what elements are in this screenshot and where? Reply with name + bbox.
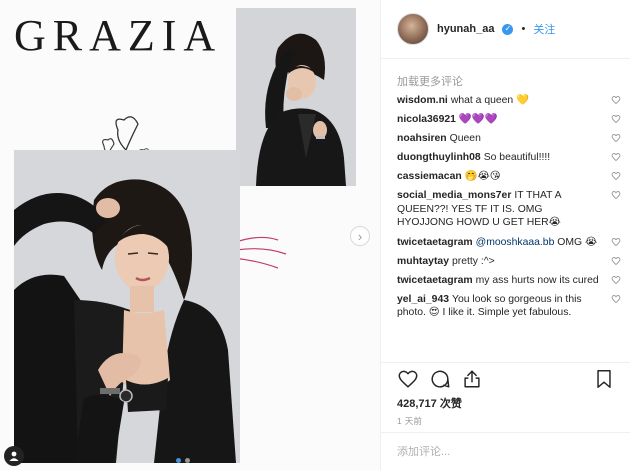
comment-list: wisdom.ni what a queen 💛 nicola36921 💜💜💜 noa…: [397, 94, 623, 362]
comment-author-link[interactable]: wisdom.ni: [397, 95, 448, 106]
like-button[interactable]: [397, 368, 419, 390]
comment-item: twicetaetagram @mooshkaaa.bb OMG 😭: [397, 236, 623, 250]
heart-icon: [611, 134, 621, 143]
carousel-dot: [185, 458, 190, 463]
username-link[interactable]: hyunah_aa: [437, 23, 494, 35]
comment-author-link[interactable]: muhtaytay: [397, 256, 449, 267]
comment-author-link[interactable]: noahsiren: [397, 133, 447, 144]
heart-icon: [611, 275, 621, 284]
comment-author-link[interactable]: yel_ai_943: [397, 294, 449, 305]
heart-icon: [611, 237, 621, 246]
heart-icon: [611, 256, 621, 265]
comment-author-link[interactable]: twicetaetagram: [397, 275, 473, 286]
comment-item: wisdom.ni what a queen 💛: [397, 94, 623, 108]
avatar[interactable]: [397, 13, 429, 45]
comment-item: nicola36921 💜💜💜: [397, 113, 623, 127]
woman-photo-large: [14, 150, 240, 463]
heart-icon: [611, 172, 621, 181]
post-viewer: GRAZIA › hyunah_aa ✓ • 关注 加载更多评论 wisdom.…: [0, 0, 630, 470]
comment-text: what a queen 💛: [450, 95, 530, 106]
comment-item: noahsiren Queen: [397, 132, 623, 146]
comment-author-link[interactable]: nicola36921: [397, 114, 456, 125]
photo-large: [14, 150, 240, 463]
heart-icon: [611, 294, 621, 303]
follow-button[interactable]: 关注: [533, 21, 555, 37]
post-header: hyunah_aa ✓ • 关注: [397, 13, 555, 45]
comment-item: social_media_mons7er IT THAT A QUEEN??! Y…: [397, 189, 623, 230]
post-media[interactable]: GRAZIA ›: [0, 0, 380, 470]
user-tag-icon: [9, 451, 19, 461]
carousel-indicator: [176, 458, 190, 463]
footer-divider: [381, 432, 630, 433]
comment-author-link[interactable]: cassiemacan: [397, 171, 462, 182]
chevron-right-icon: ›: [357, 228, 363, 244]
comment-item: muhtaytay pretty :^>: [397, 255, 623, 269]
comment-item: duongthuylinh08 So beautiful!!!!: [397, 151, 623, 165]
comment-text: my ass hurts now its cured: [475, 274, 599, 286]
brand-logo: GRAZIA: [14, 11, 223, 60]
user-tag-button[interactable]: [4, 446, 24, 466]
share-icon: [464, 370, 480, 388]
comment-text: OMG 😭: [557, 236, 598, 248]
comment-author-link[interactable]: social_media_mons7er: [397, 190, 511, 201]
comment-icon: [431, 370, 450, 388]
heart-icon: [611, 153, 621, 162]
add-comment-input[interactable]: [397, 446, 617, 458]
comment-text: So beautiful!!!!: [483, 152, 551, 164]
comment-item: yel_ai_943 You look so gorgeous in this p…: [397, 293, 623, 320]
like-count[interactable]: 428,717 次赞: [397, 395, 462, 411]
comment-item: twicetaetagram my ass hurts now its cured: [397, 274, 623, 288]
comment-text: 🤭😭😘: [464, 171, 501, 183]
comment-author-link[interactable]: twicetaetagram: [397, 237, 473, 248]
comment-text: Queen: [449, 133, 481, 145]
post-timestamp: 1 天前: [397, 416, 423, 426]
bookmark-icon: [597, 370, 611, 388]
carousel-dot: [176, 458, 181, 463]
post-sidebar: hyunah_aa ✓ • 关注 加载更多评论 wisdom.ni what a …: [380, 0, 630, 470]
load-more-comments-link[interactable]: 加载更多评论: [397, 73, 463, 89]
comment-author-link[interactable]: duongthuylinh08: [397, 152, 481, 163]
heart-icon: [611, 115, 621, 124]
heart-icon: [398, 370, 418, 388]
heart-icon: [611, 191, 621, 200]
separator-dot: •: [521, 23, 526, 35]
next-slide-button[interactable]: ›: [350, 226, 370, 246]
comment-text: pretty :^>: [451, 255, 495, 267]
verified-badge-icon: ✓: [502, 23, 514, 35]
comment-mention-link[interactable]: @mooshkaaa.bb: [476, 237, 555, 248]
comment-button[interactable]: [429, 368, 451, 390]
comment-text: 💜💜💜: [458, 114, 498, 126]
action-bar: [397, 368, 615, 390]
heart-icon: [611, 96, 621, 105]
save-button[interactable]: [593, 368, 615, 390]
comments-divider: [381, 362, 630, 363]
comment-item: cassiemacan 🤭😭😘: [397, 170, 623, 184]
header-divider: [381, 58, 630, 59]
share-button[interactable]: [461, 368, 483, 390]
